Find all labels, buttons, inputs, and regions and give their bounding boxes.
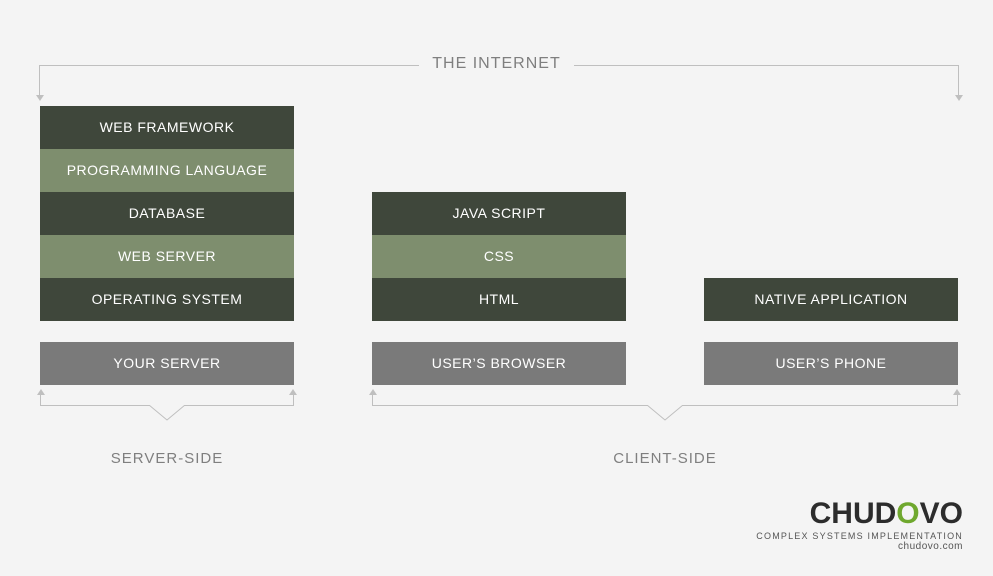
bracket-notch-icon xyxy=(149,405,185,423)
layer-web-framework: WEB FRAMEWORK xyxy=(40,106,294,149)
bracket-notch-icon xyxy=(647,405,683,423)
top-bracket-line-right xyxy=(574,65,959,66)
base-users-browser: USER’S BROWSER xyxy=(372,342,626,385)
brand-accent: O xyxy=(896,497,919,530)
top-bracket-side-right xyxy=(958,65,959,95)
arrow-up-icon xyxy=(37,389,45,395)
arrow-up-icon xyxy=(369,389,377,395)
layer-web-server: WEB SERVER xyxy=(40,235,294,278)
architecture-diagram: THE INTERNET WEB FRAMEWORK PROGRAMMING L… xyxy=(0,0,993,576)
layer-programming-language: PROGRAMMING LANGUAGE xyxy=(40,149,294,192)
brand-logo: CHUDOVO COMPLEX SYSTEMS IMPLEMENTATION c… xyxy=(756,499,963,552)
arrow-down-icon xyxy=(36,95,44,101)
layer-operating-system: OPERATING SYSTEM xyxy=(40,278,294,321)
top-bracket-side-left xyxy=(39,65,40,95)
layer-native-application: NATIVE APPLICATION xyxy=(704,278,958,321)
brand-tagline: COMPLEX SYSTEMS IMPLEMENTATION xyxy=(756,531,963,541)
brand-name: CHUDOVO xyxy=(756,499,963,529)
client-side-label: CLIENT-SIDE xyxy=(372,450,958,467)
top-bracket-line-left xyxy=(39,65,419,66)
layer-database: DATABASE xyxy=(40,192,294,235)
arrow-up-icon xyxy=(953,389,961,395)
base-users-phone: USER’S PHONE xyxy=(704,342,958,385)
base-your-server: YOUR SERVER xyxy=(40,342,294,385)
arrow-down-icon xyxy=(955,95,963,101)
layer-css: CSS xyxy=(372,235,626,278)
client-side-bracket xyxy=(372,395,958,415)
layer-html: HTML xyxy=(372,278,626,321)
server-side-label: SERVER-SIDE xyxy=(40,450,294,467)
brand-site: chudovo.com xyxy=(756,541,963,552)
top-bracket-label: THE INTERNET xyxy=(0,55,993,73)
layer-javascript: JAVA SCRIPT xyxy=(372,192,626,235)
server-side-bracket xyxy=(40,395,294,415)
arrow-up-icon xyxy=(289,389,297,395)
brand-post: VO xyxy=(920,497,963,530)
brand-pre: CHUD xyxy=(810,497,897,530)
